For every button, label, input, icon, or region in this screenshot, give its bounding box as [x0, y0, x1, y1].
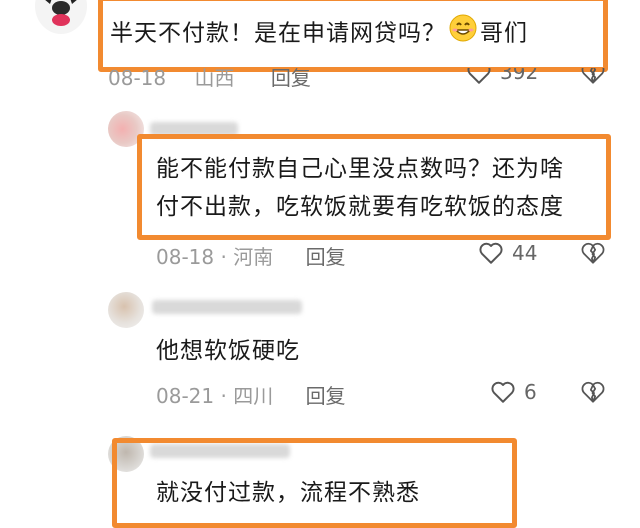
comment-date: 08-21 [156, 384, 215, 408]
comment-text: 能不能付款自己心里没点数吗？还为啥 付不出款，吃软饭就要有吃软饭的态度 [156, 150, 564, 226]
reply-button[interactable]: 回复 [306, 384, 346, 408]
comment-line: 能不能付款自己心里没点数吗？还为啥 [156, 156, 564, 182]
comment-meta: 08-18 · 河南 回复 [156, 241, 346, 270]
comment-location: 山西 [194, 66, 235, 90]
like-count: 44 [512, 241, 538, 265]
comment-line: 付不出款，吃软饭就要有吃软饭的态度 [156, 194, 564, 220]
username [152, 300, 302, 314]
dislike-icon[interactable] [580, 379, 606, 405]
dislike-icon[interactable] [580, 240, 606, 266]
comment-text: 他想软饭硬吃 [156, 338, 300, 364]
heart-icon [479, 242, 503, 264]
grinning-face-icon [448, 13, 478, 55]
comment-date: 08-18 [156, 245, 215, 269]
heart-icon [491, 381, 515, 403]
like-button[interactable]: 6 [490, 379, 550, 407]
like-button[interactable]: 44 [478, 240, 548, 268]
avatar[interactable] [30, 0, 92, 36]
comment-text-main: 半天不付款！是在申请网贷吗？ [110, 20, 446, 47]
comment-text: 半天不付款！是在申请网贷吗？ 哥们 [110, 13, 528, 55]
reply-button[interactable]: 回复 [271, 68, 311, 90]
comment-text: 就没付过款，流程不熟悉 [156, 480, 420, 506]
comment-location: 四川 [233, 384, 274, 408]
comment-meta: 08-21 · 四川 回复 [156, 380, 346, 409]
avatar[interactable] [108, 292, 144, 328]
separator: · [220, 245, 227, 269]
reply-button[interactable]: 回复 [306, 245, 346, 269]
comment-location: 河南 [233, 245, 274, 269]
like-count: 6 [524, 380, 537, 404]
comment-text-suffix: 哥们 [480, 20, 528, 47]
comment-date: 08-18 [108, 66, 167, 90]
separator: · [220, 384, 227, 408]
